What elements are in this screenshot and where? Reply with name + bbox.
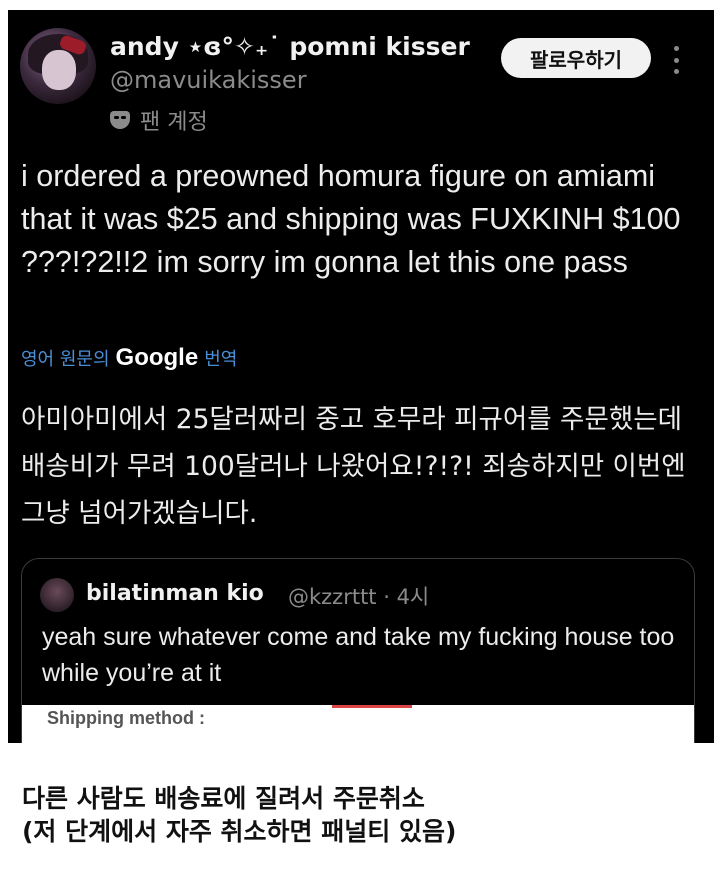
more-vertical-icon[interactable] (672, 46, 680, 74)
fan-mask-icon (110, 111, 130, 129)
author-avatar[interactable] (20, 28, 96, 104)
quote-author-name[interactable]: bilatinman kio (86, 581, 264, 606)
tweet-text: i ordered a preowned homura figure on am… (21, 159, 681, 279)
translate-suffix[interactable]: 번역 (204, 345, 237, 371)
quote-text: yeah sure whatever come and take my fuck… (42, 623, 675, 687)
quote-author-avatar[interactable] (40, 578, 74, 612)
tweet-screenshot: andy ⋆ɞ°✧₊˙ pomni kisser @mavuikakisser … (8, 10, 714, 743)
quote-image[interactable]: Shipping method : (22, 705, 694, 743)
translate-prefix[interactable]: 영어 원문의 (21, 345, 110, 371)
translation-attribution[interactable]: 영어 원문의 Google 번역 (21, 344, 237, 372)
author-handle[interactable]: @mavuikakisser (110, 66, 307, 94)
google-logo: Google (115, 344, 199, 371)
image-mark (332, 705, 412, 708)
translated-text: 아미아미에서 25달러짜리 중고 호무라 피규어를 주문했는데 배송비가 무려 … (21, 404, 686, 529)
caption-line-2: (저 단계에서 자주 취소하면 패널티 있음) (22, 817, 457, 846)
quote-author-handle: @kzzrttt · 4시 (288, 585, 430, 609)
badge-label: 팬 계정 (140, 110, 208, 135)
image-shipping-label: Shipping method : (47, 708, 205, 728)
avatar-face (42, 50, 76, 90)
quoted-tweet[interactable]: bilatinman kio @kzzrttt · 4시 yeah sure w… (21, 558, 695, 743)
fan-account-badge: 팬 계정 (110, 104, 208, 136)
caption: 다른 사람도 배송료에 질려서 주문취소 (저 단계에서 자주 취소하면 패널티… (22, 782, 456, 848)
author-name[interactable]: andy ⋆ɞ°✧₊˙ pomni kisser (110, 32, 470, 61)
follow-button[interactable]: 팔로우하기 (501, 38, 651, 78)
caption-line-1: 다른 사람도 배송료에 질려서 주문취소 (22, 784, 425, 813)
